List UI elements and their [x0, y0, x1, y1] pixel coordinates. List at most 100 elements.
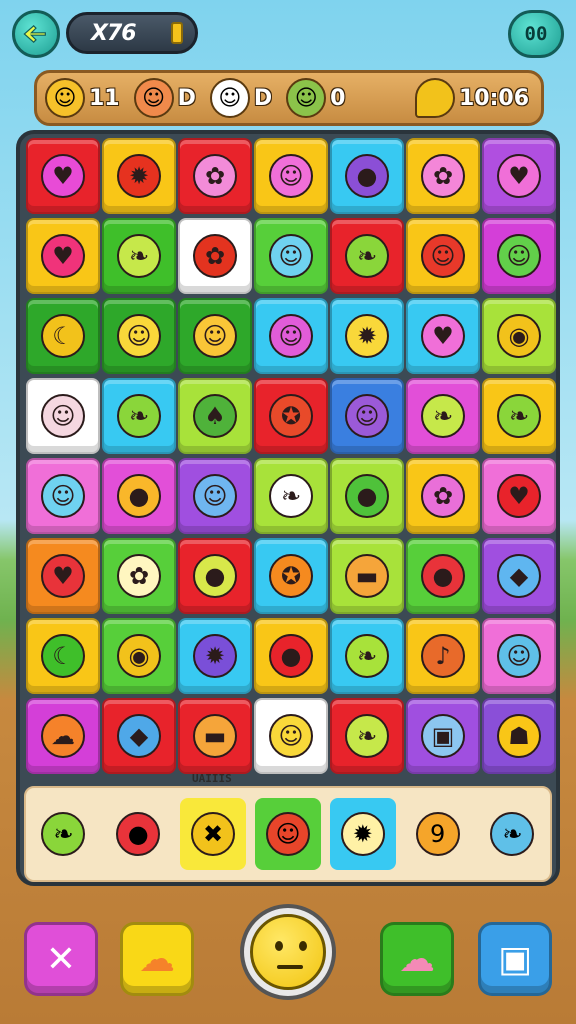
tile-r3-c2[interactable]: ♠	[178, 378, 252, 454]
tile-r6-c6[interactable]: ☺	[482, 618, 556, 694]
tile-r4-c5[interactable]: ✿	[406, 458, 480, 534]
tile-r5-c3[interactable]: ✪	[254, 538, 328, 614]
tray-icon: ☺	[265, 812, 310, 856]
tile-r4-c1[interactable]: ●	[102, 458, 176, 534]
tile-icon: ♥	[41, 554, 85, 598]
tile-r2-c5[interactable]: ♥	[406, 298, 480, 374]
tile-icon: ☺	[269, 234, 313, 278]
tile-r6-c1[interactable]: ◉	[102, 618, 176, 694]
tile-r7-c1[interactable]: ◆	[102, 698, 176, 774]
tile-r2-c4[interactable]: ✹	[330, 298, 404, 374]
tray-label: UAIIIS	[192, 772, 232, 785]
powerup-blob-button[interactable]: ☁	[120, 922, 194, 996]
back-button[interactable]	[12, 10, 60, 58]
tile-r2-c2[interactable]: ☺	[178, 298, 252, 374]
tile-r6-c5[interactable]: ♪	[406, 618, 480, 694]
ghost-icon: ☺	[209, 78, 250, 118]
tray-item-2[interactable]: ✖	[180, 798, 247, 870]
tray-item-4[interactable]: ✹	[329, 798, 396, 870]
tile-r6-c3[interactable]: ●	[254, 618, 328, 694]
tile-r5-c0[interactable]: ♥	[26, 538, 100, 614]
tile-r4-c2[interactable]: ☺	[178, 458, 252, 534]
tile-icon: ▣	[421, 714, 465, 758]
tile-r1-c4[interactable]: ❧	[330, 218, 404, 294]
top-bar: X76 00	[0, 0, 576, 68]
tile-icon: ☺	[269, 714, 313, 758]
tile-icon: ◉	[117, 634, 161, 678]
tile-icon: ☺	[269, 154, 313, 198]
tile-r5-c6[interactable]: ◆	[482, 538, 556, 614]
tile-r1-c5[interactable]: ☺	[406, 218, 480, 294]
tile-icon: ✿	[421, 154, 465, 198]
tray-item-6[interactable]: ❧	[479, 798, 545, 870]
tile-r1-c1[interactable]: ❧	[102, 218, 176, 294]
tile-r7-c6[interactable]: ☗	[482, 698, 556, 774]
stat-2: ☺ D	[209, 78, 272, 118]
tile-grid: ♥ ✹ ✿ ☺ ● ✿ ♥ ♥ ❧ ✿ ☺ ❧ ☺ ☺ ☾ ☺ ☺ ☺ ✹ ♥ ◉ ☺ ❧ ♠ ✪ ☺ ❧ ❧ ☺ ● ☺ ❧ ● ✿ ♥ ♥ ✿ ● ✪ ▬…	[26, 138, 556, 776]
tile-r3-c4[interactable]: ☺	[330, 378, 404, 454]
tile-icon: ☺	[421, 234, 465, 278]
tile-r2-c6[interactable]: ◉	[482, 298, 556, 374]
tile-r4-c6[interactable]: ♥	[482, 458, 556, 534]
tile-r3-c0[interactable]: ☺	[26, 378, 100, 454]
tile-r7-c0[interactable]: ☁	[26, 698, 100, 774]
tile-r0-c3[interactable]: ☺	[254, 138, 328, 214]
tile-r1-c2[interactable]: ✿	[178, 218, 252, 294]
tile-r6-c0[interactable]: ☾	[26, 618, 100, 694]
tile-r5-c1[interactable]: ✿	[102, 538, 176, 614]
tile-r7-c3[interactable]: ☺	[254, 698, 328, 774]
tile-icon: ☗	[497, 714, 541, 758]
camera-button[interactable]: ▣	[478, 922, 552, 996]
tile-r3-c5[interactable]: ❧	[406, 378, 480, 454]
tile-icon: ♥	[41, 154, 85, 198]
tile-icon: ●	[193, 554, 237, 598]
pause-button[interactable]: 00	[508, 10, 564, 58]
tile-icon: ♥	[41, 234, 85, 278]
tile-tray: ❧ ● ✖ ☺ ✹ 9 ❧	[24, 786, 552, 882]
tile-r1-c3[interactable]: ☺	[254, 218, 328, 294]
battery-icon	[171, 22, 183, 44]
tile-r7-c2[interactable]: ▬	[178, 698, 252, 774]
tile-r3-c3[interactable]: ✪	[254, 378, 328, 454]
banana-icon	[414, 78, 455, 118]
tile-r3-c6[interactable]: ❧	[482, 378, 556, 454]
tile-r4-c4[interactable]: ●	[330, 458, 404, 534]
tile-icon: ❧	[117, 234, 161, 278]
tile-r2-c0[interactable]: ☾	[26, 298, 100, 374]
tile-r0-c0[interactable]: ♥	[26, 138, 100, 214]
tile-r0-c5[interactable]: ✿	[406, 138, 480, 214]
tile-r2-c3[interactable]: ☺	[254, 298, 328, 374]
tile-r6-c4[interactable]: ❧	[330, 618, 404, 694]
tile-r4-c0[interactable]: ☺	[26, 458, 100, 534]
tray-item-1[interactable]: ●	[105, 798, 171, 870]
tile-r0-c1[interactable]: ✹	[102, 138, 176, 214]
tile-r7-c5[interactable]: ▣	[406, 698, 480, 774]
tile-r0-c6[interactable]: ♥	[482, 138, 556, 214]
moves-value: X76	[91, 20, 137, 46]
tile-icon: ☾	[41, 634, 85, 678]
tile-r5-c5[interactable]: ●	[406, 538, 480, 614]
hint-button[interactable]	[240, 904, 336, 1000]
smiley-face-icon: ☺	[45, 78, 85, 118]
tile-r5-c4[interactable]: ▬	[330, 538, 404, 614]
tile-icon: ✹	[193, 634, 237, 678]
tile-r1-c6[interactable]: ☺	[482, 218, 556, 294]
close-button[interactable]: ✕	[24, 922, 98, 996]
arrow-left-icon	[23, 25, 46, 43]
tile-r0-c4[interactable]: ●	[330, 138, 404, 214]
tile-r2-c1[interactable]: ☺	[102, 298, 176, 374]
tile-r4-c3[interactable]: ❧	[254, 458, 328, 534]
tile-r3-c1[interactable]: ❧	[102, 378, 176, 454]
powerup-pig-button[interactable]: ☁	[380, 922, 454, 996]
tray-item-0[interactable]: ❧	[30, 798, 96, 870]
tile-r5-c2[interactable]: ●	[178, 538, 252, 614]
tile-r1-c0[interactable]: ♥	[26, 218, 100, 294]
tile-r6-c2[interactable]: ✹	[178, 618, 252, 694]
tile-r0-c2[interactable]: ✿	[178, 138, 252, 214]
tile-icon: ●	[421, 554, 465, 598]
tile-r7-c4[interactable]: ❧	[330, 698, 404, 774]
tray-item-3[interactable]: ☺	[254, 798, 321, 870]
tray-item-5[interactable]: 9	[405, 798, 471, 870]
timer-value: 10:06	[458, 85, 529, 111]
tile-icon: ✹	[345, 314, 389, 358]
